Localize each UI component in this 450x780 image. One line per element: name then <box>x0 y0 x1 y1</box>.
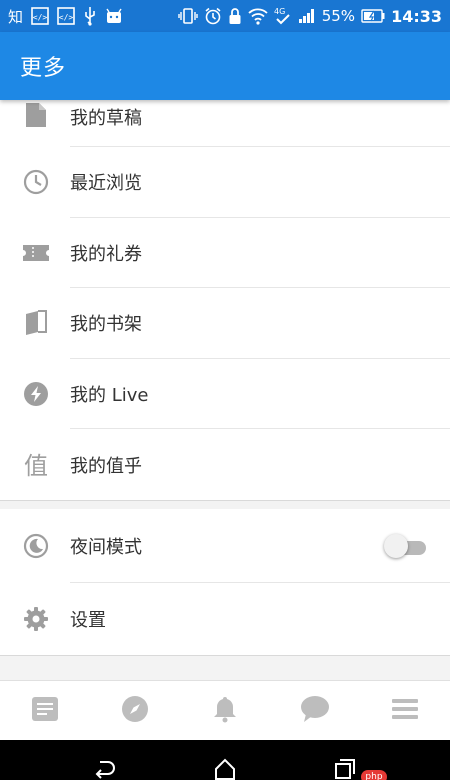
tab-messages[interactable] <box>270 681 360 740</box>
zhihu-app-icon: 知 <box>8 7 24 26</box>
night-mode-toggle[interactable] <box>384 533 426 558</box>
gear-icon <box>22 605 50 633</box>
svg-text:</>: </> <box>33 13 48 22</box>
menu-item-label: 夜间模式 <box>70 536 142 558</box>
svg-text:4G: 4G <box>274 7 285 16</box>
status-bar: 知 </> </> 4G 55% 14:33 <box>0 0 450 32</box>
tab-feed[interactable] <box>0 681 90 740</box>
menu-item-drafts[interactable]: 我的草稿 <box>0 100 450 147</box>
code-icon: </> <box>57 6 75 26</box>
menu-icon <box>391 697 419 725</box>
wifi-icon <box>248 6 268 26</box>
menu-item-zhihu-value[interactable]: 值 我的值乎 <box>0 429 450 500</box>
tab-explore[interactable] <box>90 681 180 740</box>
bell-icon <box>212 695 238 727</box>
app-bar: 更多 <box>0 32 450 100</box>
tab-more[interactable] <box>360 681 450 740</box>
network-4g-icon: 4G <box>274 6 292 26</box>
menu-section: 我的草稿 最近浏览 我的礼券 我的书架 我的 Live 值 我的值乎 <box>0 100 450 500</box>
book-icon <box>22 309 50 337</box>
lock-icon <box>228 6 242 26</box>
battery-percent: 55% <box>321 7 356 25</box>
alarm-icon <box>204 6 222 26</box>
php-badge: php <box>361 770 387 780</box>
vibrate-icon <box>178 6 198 26</box>
android-icon <box>105 6 123 26</box>
ticket-icon <box>22 239 50 267</box>
menu-item-recent[interactable]: 最近浏览 <box>0 147 450 218</box>
bottom-tab-bar <box>0 680 450 740</box>
live-icon <box>22 380 50 408</box>
home-icon[interactable] <box>214 758 236 780</box>
menu-item-label: 最近浏览 <box>70 173 142 195</box>
menu-item-live[interactable]: 我的 Live <box>0 359 450 430</box>
clock-icon <box>22 168 50 196</box>
section-gap <box>0 499 450 509</box>
menu-item-label: 我的 Live <box>70 385 149 407</box>
toggle-thumb <box>384 533 408 558</box>
battery-icon <box>361 6 385 26</box>
svg-text:</>: </> <box>59 13 74 22</box>
code-icon: </> <box>31 6 49 26</box>
menu-item-label: 我的草稿 <box>70 108 142 129</box>
chat-icon <box>300 695 330 727</box>
zhihu-value-icon: 值 <box>22 451 50 479</box>
feed-icon <box>31 696 59 726</box>
menu-item-label: 我的值乎 <box>70 455 142 477</box>
clock-time: 14:33 <box>391 6 442 26</box>
draft-icon <box>22 101 50 129</box>
menu-item-label: 我的书架 <box>70 314 142 336</box>
settings-section: 夜间模式 设置 <box>0 508 450 655</box>
menu-item-settings[interactable]: 设置 <box>0 583 450 655</box>
compass-icon <box>121 695 149 727</box>
back-icon[interactable] <box>93 758 117 780</box>
section-gap <box>0 654 450 679</box>
tab-notifications[interactable] <box>180 681 270 740</box>
menu-item-label: 设置 <box>70 609 106 631</box>
menu-item-label: 我的礼券 <box>70 243 142 265</box>
signal-icon <box>298 6 316 26</box>
moon-icon <box>22 532 50 560</box>
svg-text:值: 值 <box>24 452 48 479</box>
usb-icon <box>83 6 97 26</box>
menu-item-bookshelf[interactable]: 我的书架 <box>0 288 450 359</box>
menu-item-coupons[interactable]: 我的礼券 <box>0 218 450 289</box>
recents-icon[interactable] <box>334 758 356 780</box>
page-title: 更多 <box>20 56 67 81</box>
more-menu: 我的草稿 最近浏览 我的礼券 我的书架 我的 Live 值 我的值乎 夜间模式 … <box>0 100 450 680</box>
menu-item-night-mode[interactable]: 夜间模式 <box>0 509 450 583</box>
